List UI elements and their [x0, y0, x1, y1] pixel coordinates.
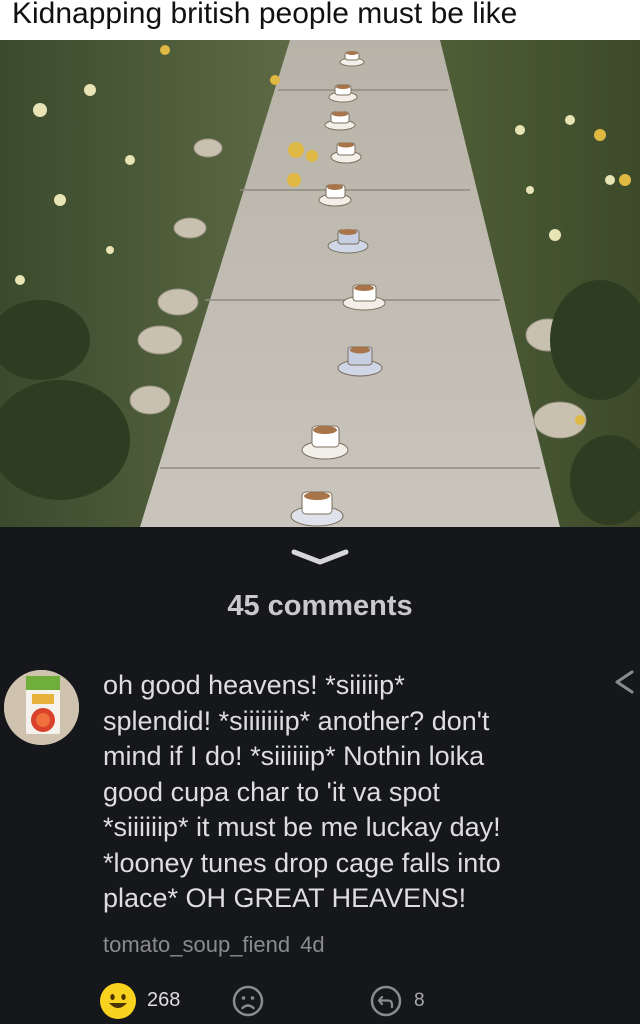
happy-reaction-count: 268 — [147, 989, 181, 1011]
comment-age: 4d — [300, 932, 325, 957]
avatar[interactable] — [4, 670, 79, 745]
sad-face-icon[interactable] — [232, 985, 264, 1017]
reply-count: 8 — [414, 990, 425, 1011]
meme-caption: Kidnapping british people must be like — [12, 0, 518, 30]
share-icon[interactable] — [612, 668, 636, 698]
smiley-face-icon[interactable] — [100, 983, 136, 1019]
chevron-down-icon[interactable] — [290, 546, 350, 568]
meme-caption-bar: Kidnapping british people must be like — [0, 0, 640, 40]
reply-icon[interactable] — [370, 985, 402, 1017]
comments-count[interactable]: 45 comments — [0, 590, 640, 623]
comment-meta: tomato_soup_fiend 4d — [103, 932, 325, 958]
comment-text: oh good heavens! *siiiiip* splendid! *si… — [103, 670, 501, 913]
meme-photo — [0, 40, 640, 527]
comment-actions: 268 8 — [100, 983, 600, 1019]
comment-author[interactable]: tomato_soup_fiend — [103, 932, 290, 957]
